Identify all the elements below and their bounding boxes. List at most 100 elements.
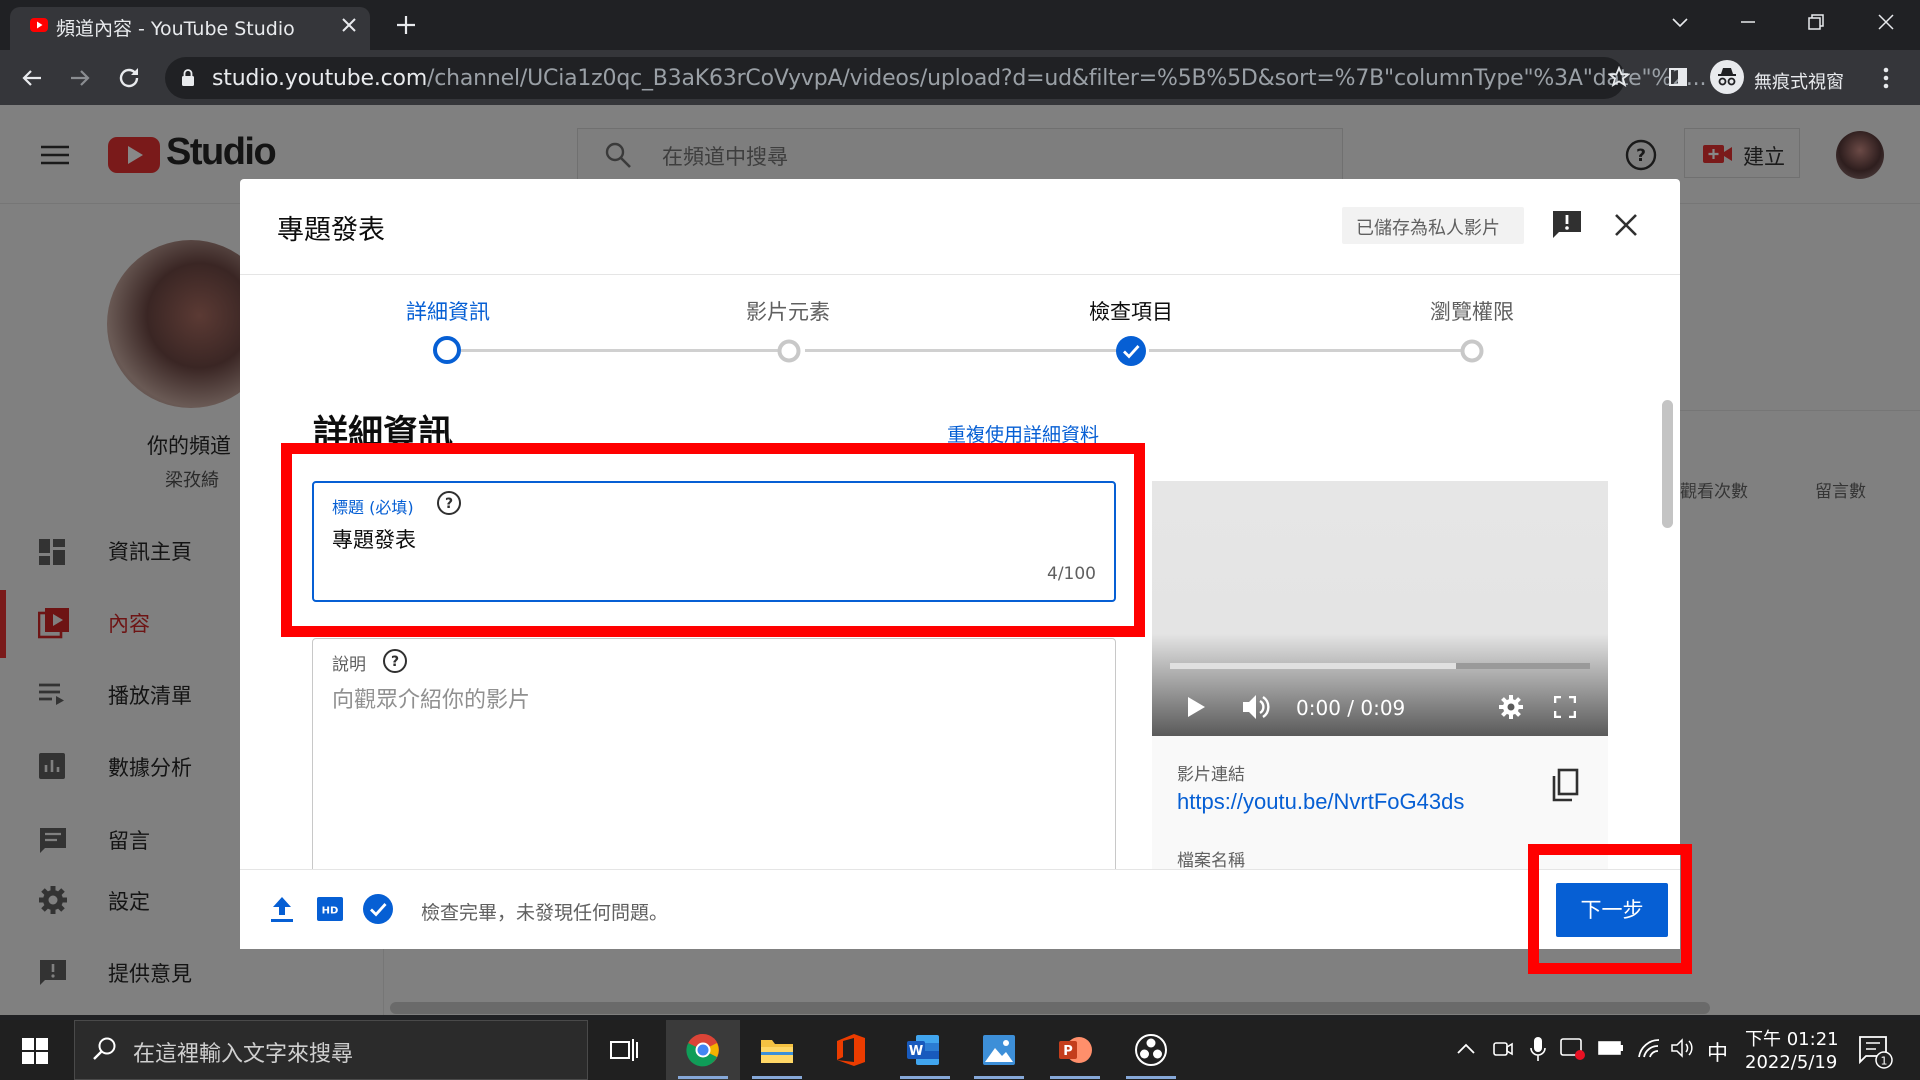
filename-label: 檔案名稱 (1177, 851, 1245, 871)
powerpoint-app-icon[interactable]: P (1058, 1033, 1092, 1067)
minimize-icon[interactable] (1738, 12, 1758, 32)
playlist-icon (38, 682, 68, 706)
sidebar-item-label: 提供意見 (108, 962, 192, 986)
create-video-icon (1703, 144, 1733, 164)
create-label: 建立 (1743, 145, 1785, 169)
dialog-scrollbar[interactable] (1662, 400, 1673, 528)
step-details-label[interactable]: 詳細資訊 (368, 296, 528, 326)
step-checks-label[interactable]: 檢查項目 (1051, 296, 1211, 326)
tab-title: 頻道內容 - YouTube Studio (56, 18, 295, 40)
analytics-icon (38, 752, 66, 780)
checks-complete-icon[interactable] (362, 893, 394, 925)
hamburger-menu-icon[interactable] (40, 144, 70, 166)
upload-icon[interactable] (270, 895, 294, 923)
office-app-icon[interactable] (836, 1033, 866, 1067)
tab-search-chevron-icon[interactable] (1670, 15, 1690, 31)
stepper-line (805, 349, 1123, 352)
channel-name: 梁孜綺 (165, 470, 219, 491)
new-tab-icon[interactable] (394, 13, 418, 37)
video-time: 0:00 / 0:09 (1296, 696, 1406, 720)
lock-icon[interactable] (181, 69, 195, 87)
forward-arrow-icon[interactable] (68, 66, 92, 90)
sidebar-item-label: 播放清單 (108, 684, 192, 708)
input-method-indicator[interactable]: 中 (1707, 1037, 1728, 1067)
bookmark-star-icon[interactable] (1608, 66, 1630, 88)
step-details-current-icon[interactable] (431, 334, 463, 366)
play-icon[interactable] (1186, 696, 1206, 718)
channel-search-placeholder: 在頻道中搜尋 (662, 145, 788, 169)
settings-icon (38, 885, 68, 915)
browser-menu-icon[interactable] (1882, 66, 1890, 90)
sidebar-item-label: 設定 (108, 890, 150, 914)
wifi-icon[interactable] (1636, 1037, 1662, 1059)
footer-status-text: 檢查完畢，未發現任何問題。 (421, 902, 669, 924)
report-issue-icon[interactable] (1552, 210, 1582, 240)
your-channel-label: 你的頻道 (147, 434, 231, 458)
description-field-label: 說明 (332, 655, 366, 675)
reload-icon[interactable] (116, 65, 142, 91)
word-app-icon[interactable]: W (906, 1033, 940, 1067)
search-icon (604, 141, 632, 169)
sidebar-item-label: 留言 (108, 829, 150, 853)
feedback-icon (38, 958, 68, 988)
chrome-app-icon[interactable] (686, 1033, 720, 1067)
defender-alert-icon[interactable] (1560, 1037, 1586, 1061)
account-avatar[interactable] (1836, 131, 1884, 179)
close-tab-icon[interactable] (339, 15, 359, 35)
dashboard-icon (38, 538, 66, 566)
copy-link-icon[interactable] (1550, 768, 1580, 802)
youtube-favicon-icon (30, 18, 48, 32)
video-progress-played (1170, 663, 1456, 669)
meet-now-icon[interactable] (1492, 1038, 1514, 1060)
description-help-icon[interactable]: ? (382, 648, 408, 674)
description-placeholder[interactable]: 向觀眾介紹你的影片 (332, 682, 530, 714)
battery-icon[interactable] (1598, 1040, 1624, 1056)
incognito-label: 無痕式視窗 (1754, 72, 1844, 93)
word-running-indicator (900, 1076, 950, 1079)
back-arrow-icon[interactable] (20, 66, 44, 90)
close-dialog-icon[interactable] (1614, 213, 1638, 237)
file-explorer-icon[interactable] (760, 1036, 794, 1064)
notification-center-icon[interactable]: 1 (1858, 1034, 1894, 1070)
taskbar-clock-date[interactable]: 2022/5/19 (1745, 1052, 1837, 1073)
close-window-icon[interactable] (1876, 12, 1896, 32)
hd-badge-icon[interactable]: HD (317, 897, 343, 921)
video-link[interactable]: https://youtu.be/NvrtFoG43ds (1177, 789, 1464, 815)
restore-icon[interactable] (1806, 12, 1826, 32)
windows-start-icon[interactable] (22, 1038, 48, 1064)
step-visibility-label[interactable]: 瀏覽權限 (1392, 296, 1552, 326)
svg-text:HD: HD (322, 906, 339, 917)
taskbar-clock-time[interactable]: 下午 01:21 (1745, 1025, 1839, 1051)
highlight-next-box (1528, 844, 1692, 974)
photos-app-icon[interactable] (982, 1034, 1016, 1066)
step-elements-pending-icon[interactable] (776, 338, 802, 364)
svg-text:?: ? (391, 654, 399, 670)
speaker-icon[interactable] (1670, 1037, 1696, 1059)
obs-running-indicator (1126, 1076, 1176, 1079)
volume-icon[interactable] (1242, 693, 1272, 721)
obs-app-icon[interactable] (1134, 1033, 1168, 1067)
description-field[interactable] (312, 638, 1116, 878)
url-text[interactable]: studio.youtube.com/channel/UCia1z0qc_B3a… (212, 66, 1706, 91)
help-icon[interactable]: ? (1625, 139, 1657, 171)
side-panel-icon[interactable] (1668, 67, 1688, 87)
comments-icon (38, 826, 68, 856)
microphone-icon[interactable] (1530, 1036, 1546, 1062)
youtube-logo-icon[interactable] (108, 137, 160, 173)
player-settings-icon[interactable] (1498, 694, 1524, 720)
svg-text:W: W (909, 1044, 923, 1059)
powerpoint-running-indicator (1050, 1076, 1100, 1079)
saved-status-label: 已儲存為私人影片 (1356, 218, 1500, 239)
tray-overflow-chevron-icon[interactable] (1456, 1042, 1476, 1056)
step-elements-label[interactable]: 影片元素 (708, 296, 868, 326)
incognito-icon[interactable] (1710, 60, 1744, 94)
horizontal-scrollbar[interactable] (390, 1002, 1710, 1014)
chrome-running-indicator (678, 1076, 728, 1079)
step-checks-done-icon[interactable] (1115, 335, 1147, 367)
sidebar-item-label: 內容 (108, 612, 150, 636)
photos-running-indicator (974, 1076, 1024, 1079)
task-view-icon[interactable] (610, 1037, 638, 1063)
fullscreen-icon[interactable] (1554, 696, 1576, 718)
step-visibility-pending-icon[interactable] (1459, 338, 1485, 364)
explorer-running-indicator (752, 1076, 802, 1079)
